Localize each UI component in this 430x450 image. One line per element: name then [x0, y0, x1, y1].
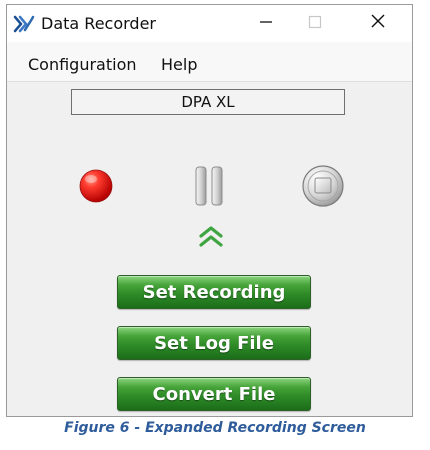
- convert-file-label: Convert File: [152, 383, 276, 405]
- close-button[interactable]: [364, 11, 392, 35]
- set-log-file-button[interactable]: Set Log File: [117, 326, 311, 360]
- record-button[interactable]: [78, 168, 114, 204]
- page: Data Recorder Configuration Help DPA XL …: [0, 0, 430, 450]
- maximize-button[interactable]: [301, 11, 329, 35]
- pause-icon: [190, 166, 228, 213]
- data-recorder-window: Data Recorder Configuration Help DPA XL …: [6, 4, 413, 417]
- stop-icon: [301, 165, 345, 212]
- data-recorder-app-icon: [13, 15, 35, 33]
- set-log-file-label: Set Log File: [154, 332, 274, 354]
- double-chevron-up-icon: [197, 226, 225, 253]
- menu-bar: Configuration Help: [7, 42, 412, 82]
- expand-collapse-button[interactable]: [197, 225, 225, 249]
- record-icon: [78, 169, 114, 208]
- pause-button[interactable]: [190, 163, 228, 209]
- menu-help[interactable]: Help: [161, 55, 197, 74]
- window-title: Data Recorder: [41, 14, 156, 33]
- device-name-display: DPA XL: [71, 89, 345, 115]
- caption-text: Figure 6 - Expanded Recording Screen: [64, 420, 366, 436]
- menu-configuration[interactable]: Configuration: [28, 55, 137, 74]
- close-icon: [370, 13, 386, 33]
- convert-file-button[interactable]: Convert File: [117, 377, 311, 411]
- minimize-button[interactable]: [252, 11, 280, 35]
- maximize-icon: [308, 14, 322, 33]
- minimize-icon: [259, 14, 273, 33]
- title-bar: Data Recorder: [7, 5, 412, 42]
- set-recording-button[interactable]: Set Recording: [117, 275, 311, 309]
- set-recording-label: Set Recording: [142, 281, 286, 303]
- figure-caption: Figure 6 - Expanded Recording Screen: [0, 420, 430, 436]
- device-name: DPA XL: [181, 93, 235, 111]
- stop-button[interactable]: [301, 164, 345, 208]
